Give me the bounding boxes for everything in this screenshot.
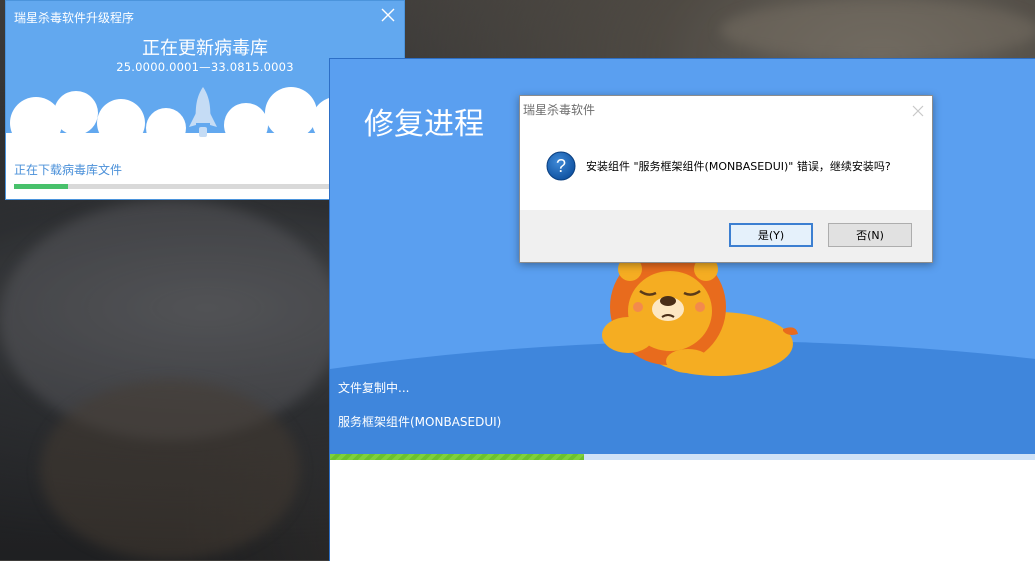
dialog-title: 瑞星杀毒软件 [523, 103, 596, 117]
install-error-dialog: 瑞星杀毒软件 ? 安装组件 "服务框架组件(MONBASEDUI)" 错误，继续… [519, 95, 933, 263]
sleeping-lion-mascot [602, 249, 798, 376]
download-progress-fill [14, 184, 69, 189]
svg-text:?: ? [556, 156, 566, 176]
yes-button[interactable]: 是(Y) [729, 223, 813, 247]
close-icon[interactable] [380, 7, 396, 23]
close-icon[interactable] [912, 102, 924, 117]
dialog-message: 安装组件 "服务框架组件(MONBASEDUI)" 错误，继续安装吗? [586, 160, 891, 173]
no-button[interactable]: 否(N) [828, 223, 912, 247]
current-component: 服务框架组件(MONBASEDUI) [338, 415, 502, 429]
window-title: 瑞星杀毒软件升级程序 [14, 11, 135, 25]
copy-status: 文件复制中... [338, 381, 410, 395]
download-status: 正在下载病毒库文件 [14, 163, 123, 177]
question-icon: ? [546, 151, 576, 181]
update-headline: 正在更新病毒库 [142, 38, 268, 59]
repair-heading: 修复进程 [364, 107, 484, 142]
repair-footer [330, 460, 1035, 561]
rocket-icon [189, 87, 217, 137]
